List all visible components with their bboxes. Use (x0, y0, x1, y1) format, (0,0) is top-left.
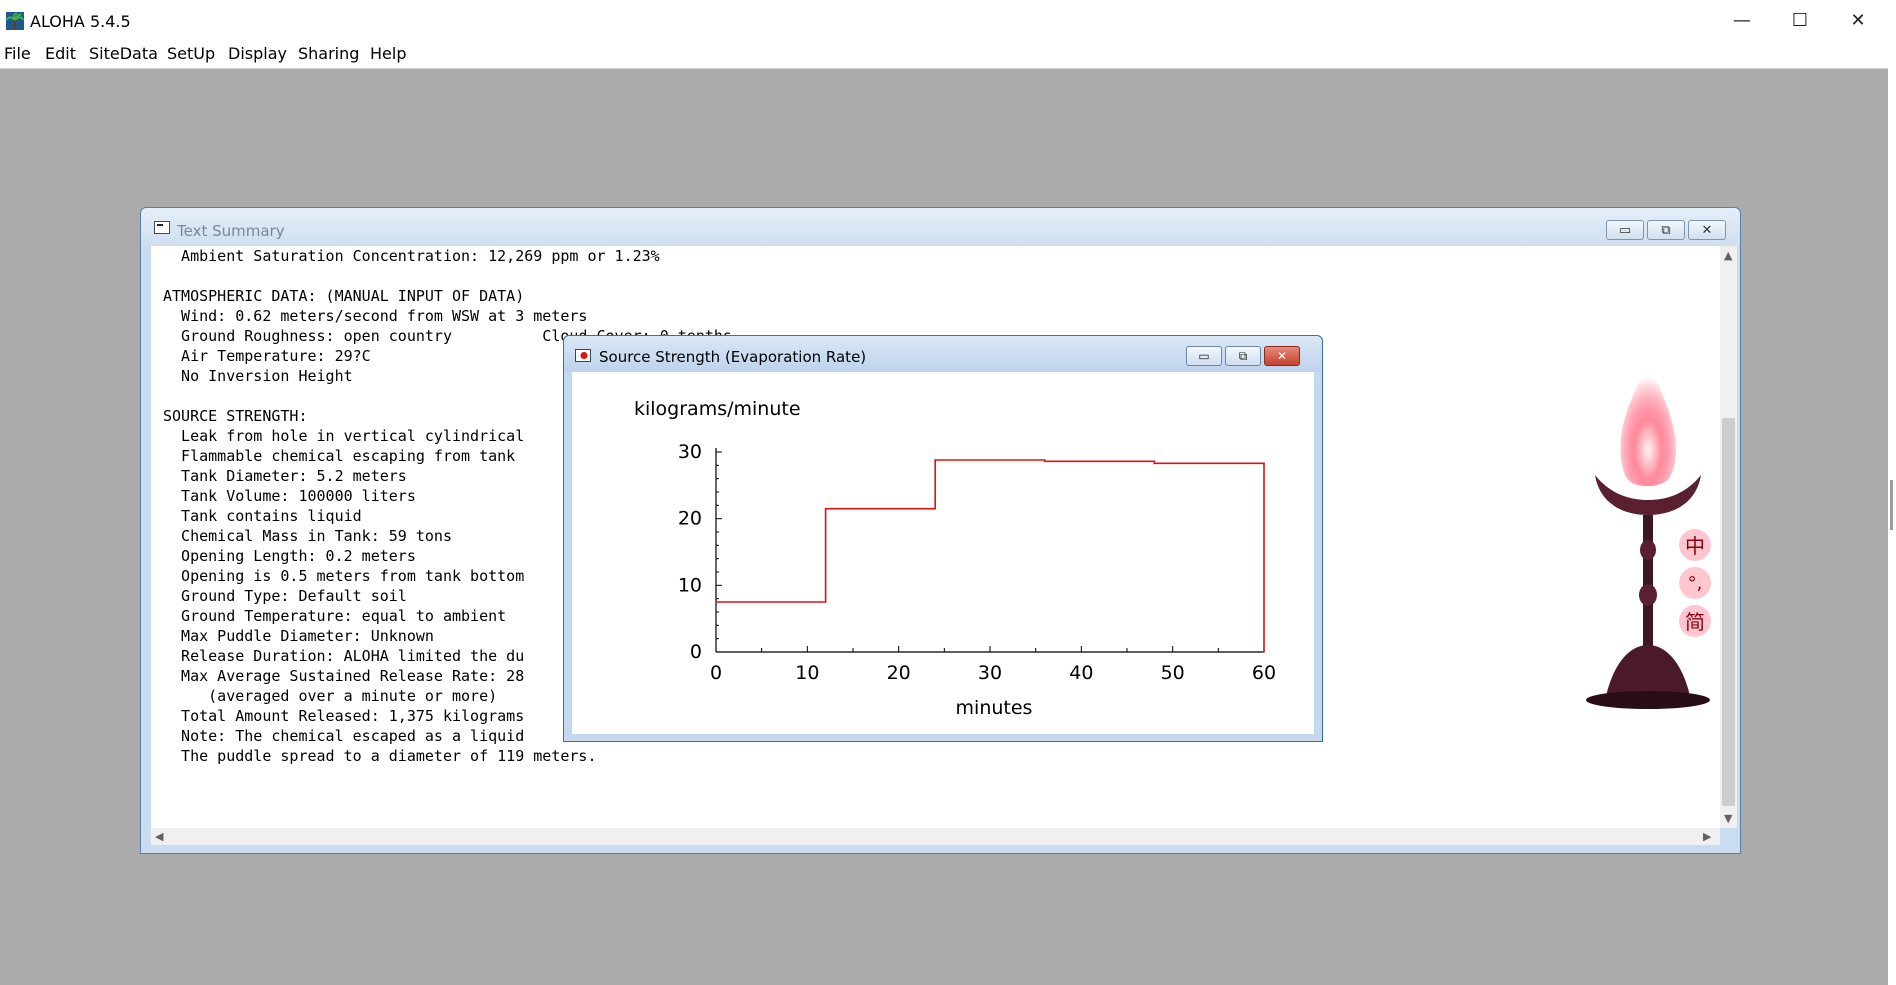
text-window-icon (154, 221, 170, 234)
scroll-up-icon[interactable]: ▲ (1724, 249, 1732, 262)
x-axis-label: minutes (956, 697, 1033, 719)
source-strength-window: Source Strength (Evaporation Rate) ▭ ⧉ ✕… (563, 335, 1323, 742)
menu-setup[interactable]: SetUp (167, 44, 215, 63)
edge-mark (1890, 480, 1893, 530)
text-line: Ground Type: Default soil (163, 587, 407, 605)
minimize-button[interactable]: — (1713, 0, 1771, 40)
source-strength-titlebar[interactable]: Source Strength (Evaporation Rate) ▭ ⧉ ✕ (564, 336, 1322, 372)
text-line: Release Duration: ALOHA limited the du (163, 647, 525, 665)
scroll-left-icon[interactable]: ◀ (155, 830, 163, 843)
ss-restore-button[interactable]: ⧉ (1225, 346, 1261, 366)
data-point (824, 601, 827, 603)
y-tick-label: 0 (690, 641, 702, 663)
text-line: Opening Length: 0.2 meters (163, 547, 416, 565)
menu-file[interactable]: File (4, 44, 31, 63)
maximize-button[interactable]: ☐ (1771, 0, 1829, 40)
menu-sitedata[interactable]: SiteData (89, 44, 158, 63)
scroll-down-icon[interactable]: ▼ (1724, 812, 1732, 825)
chart-area: 0 10 20 30 0 10 20 30 40 50 60 kilograms/minute minu… (572, 372, 1314, 734)
text-line: Leak from hole in vertical cylindrical (163, 427, 525, 445)
text-line: Tank Volume: 100000 liters (163, 487, 416, 505)
horizontal-scrollbar[interactable]: ◀ ▶ (151, 828, 1720, 845)
menu-sharing[interactable]: Sharing (298, 44, 359, 63)
text-line: Ambient Saturation Concentration: 12,269… (163, 247, 660, 265)
y-tick-label: 30 (678, 441, 702, 463)
menu-edit[interactable]: Edit (45, 44, 76, 63)
evaporation-rate-chart: 0 10 20 30 0 10 20 30 40 50 60 kilograms/minute minu… (634, 398, 1276, 719)
text-line: Wind: 0.62 meters/second from WSW at 3 m… (163, 307, 588, 325)
graph-window-icon (575, 349, 591, 362)
text-line: Max Average Sustained Release Rate: 28 (163, 667, 525, 685)
torch-decoration-icon: 中 °, 简 (1586, 365, 1711, 709)
x-tick-label: 30 (978, 662, 1002, 684)
data-point (1263, 462, 1265, 465)
menu-display[interactable]: Display (228, 44, 287, 63)
x-tick-label: 50 (1161, 662, 1185, 684)
ss-close-button[interactable]: ✕ (1264, 346, 1300, 366)
text-line: Opening is 0.5 meters from tank bottom (163, 567, 525, 585)
source-strength-title: Source Strength (Evaporation Rate) (599, 348, 867, 366)
window-edge (1888, 0, 1896, 985)
text-line: No Inversion Height (163, 367, 353, 385)
app-titlebar: ALOHA 5.4.5 — ☐ ✕ (0, 0, 1888, 40)
text-line: Ground Temperature: equal to ambient (163, 607, 507, 625)
text-line: ATMOSPHERIC DATA: (MANUAL INPUT OF DATA) (163, 287, 525, 305)
x-tick-label: 40 (1069, 662, 1093, 684)
scroll-right-icon[interactable]: ▶ (1703, 830, 1711, 843)
torch-glyph: °, (1688, 573, 1703, 594)
data-point (1263, 651, 1265, 653)
x-tick-label: 10 (795, 662, 819, 684)
ts-restore-button[interactable]: ⧉ (1647, 220, 1685, 240)
menu-help[interactable]: Help (370, 44, 406, 63)
data-point (1044, 460, 1046, 463)
ss-minimize-button[interactable]: ▭ (1186, 346, 1222, 366)
app-title: ALOHA 5.4.5 (30, 12, 131, 31)
text-line: Note: The chemical escaped as a liquid (163, 727, 525, 745)
data-point (824, 507, 827, 510)
text-line: Tank contains liquid (163, 507, 362, 525)
x-tick-label: 0 (710, 662, 722, 684)
data-point (1153, 462, 1156, 465)
text-line: Tank Diameter: 5.2 meters (163, 467, 407, 485)
text-line: Chemical Mass in Tank: 59 tons (163, 527, 452, 545)
menu-bar: File Edit SiteData SetUp Display Sharing… (0, 40, 1888, 69)
evaporation-rate-line (716, 459, 1265, 652)
close-button[interactable]: ✕ (1829, 0, 1887, 40)
x-tick-label: 60 (1252, 662, 1276, 684)
ts-close-button[interactable]: ✕ (1688, 220, 1726, 240)
text-line: The puddle spread to a diameter of 119 m… (163, 747, 597, 765)
y-axis-label: kilograms/minute (634, 398, 801, 420)
text-line: SOURCE STRENGTH: (163, 407, 308, 425)
aloha-palm-icon (6, 12, 24, 30)
text-line: Max Puddle Diameter: Unknown (163, 627, 434, 645)
torch-glyph: 中 (1685, 534, 1705, 558)
data-point (934, 507, 936, 510)
text-line: Total Amount Released: 1,375 kilograms (163, 707, 525, 725)
text-summary-titlebar[interactable]: Text Summary ▭ ⧉ ✕ (141, 208, 1740, 246)
y-tick-label: 10 (678, 574, 702, 596)
data-point (934, 459, 936, 461)
text-line: Flammable chemical escaping from tank (163, 447, 516, 465)
y-tick-label: 20 (678, 508, 702, 530)
text-summary-title: Text Summary (177, 222, 285, 240)
data-point (1153, 460, 1156, 463)
torch-glyph: 简 (1685, 610, 1705, 634)
data-point (715, 601, 717, 603)
text-line: (averaged over a minute or more) (163, 687, 498, 705)
x-tick-label: 20 (887, 662, 911, 684)
text-line: Air Temperature: 29?C (163, 347, 371, 365)
ts-minimize-button[interactable]: ▭ (1606, 220, 1644, 240)
